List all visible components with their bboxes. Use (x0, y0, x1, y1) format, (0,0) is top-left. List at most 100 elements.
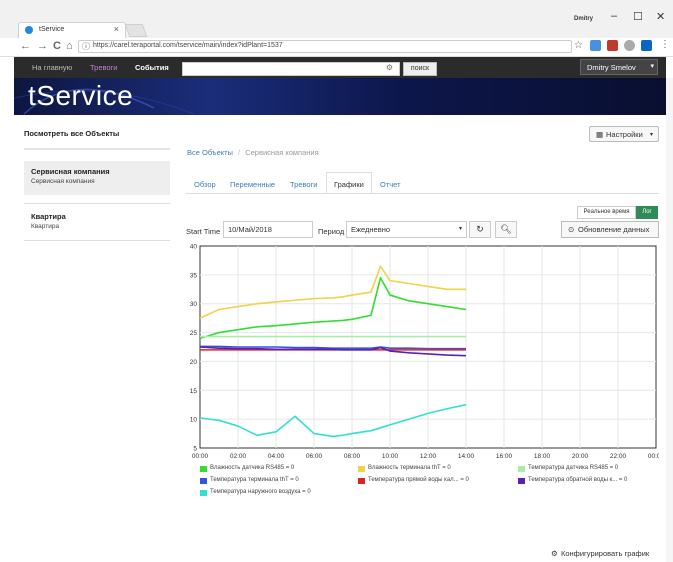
log-toggle[interactable]: Лог (636, 206, 658, 219)
gear-icon[interactable]: ⚙ (386, 63, 393, 72)
extension-linkedin-icon[interactable] (641, 40, 652, 51)
legend-swatch (518, 466, 525, 472)
legend-label: Влажность терминала thT = 0 (368, 465, 451, 471)
breadcrumb-separator: / (238, 148, 241, 157)
tservice-favicon-icon (25, 26, 33, 34)
y-tick-label: 40 (190, 244, 198, 251)
grid-icon: ▦ (596, 130, 604, 139)
maximize-icon[interactable]: ☐ (633, 10, 643, 23)
tservice-logo[interactable]: tService (28, 80, 133, 112)
period-label: Период (318, 227, 345, 236)
refresh-button[interactable]: ↻ (469, 221, 491, 238)
configure-chart-button[interactable]: ⚙ Конфигурировать график (541, 547, 661, 561)
extension-download-icon[interactable] (590, 40, 601, 51)
period-select[interactable]: Ежедневно ▾ (346, 221, 467, 238)
x-tick-label: 12:00 (420, 453, 437, 460)
info-icon: ⓘ (82, 42, 90, 51)
start-time-input[interactable]: 10/Май/2018 (223, 221, 313, 238)
bookmark-star-icon[interactable]: ☆ (574, 40, 583, 51)
legend-label: Температура наружного воздуха = 0 (210, 489, 311, 495)
legend-swatch (200, 466, 207, 472)
legend-label: Температура датчика RS485 = 0 (528, 465, 619, 471)
legend-swatch (358, 478, 365, 484)
browser-menu-icon[interactable]: ⋮ (660, 39, 670, 50)
y-tick-label: 15 (190, 388, 198, 395)
extension-gray-icon[interactable] (624, 40, 635, 51)
sidebar-item-subtitle: Сервисная компания (31, 178, 95, 185)
sidebar-all-objects-link[interactable]: Посмотреть все Объекты (24, 129, 119, 138)
caret-down-icon: ▾ (458, 226, 462, 232)
nav-events-link[interactable]: События (135, 63, 169, 72)
update-data-label: Обновление данных (578, 225, 650, 234)
y-tick-label: 25 (190, 330, 198, 337)
settings-label: Настройки (606, 130, 643, 139)
sidebar-item-title: Сервисная компания (31, 167, 110, 176)
configure-chart-label: Конфигурировать график (561, 549, 650, 558)
search-input[interactable]: ⚙ (182, 62, 400, 76)
x-tick-label: 18:00 (534, 453, 551, 460)
browser-profile-name[interactable]: Dmitry (574, 16, 593, 22)
legend-label: Температура терминала thT = 0 (210, 477, 299, 483)
sidebar-item-service-company[interactable]: Сервисная компания Сервисная компания (24, 161, 170, 195)
legend-swatch (358, 466, 365, 472)
caret-down-icon: ▾ (650, 63, 654, 70)
sidebar-divider (24, 240, 170, 241)
update-data-button[interactable]: ⊙ Обновление данных (561, 221, 659, 238)
y-tick-label: 5 (193, 446, 197, 453)
period-value: Ежедневно (351, 225, 391, 234)
url-field[interactable]: ⓘ https://carel.teraportal.com/tservice/… (78, 40, 572, 53)
tab-overview[interactable]: Обзор (194, 180, 216, 189)
zoom-button[interactable]: 🔍︎ (495, 221, 517, 238)
tabs-underline (186, 193, 659, 194)
x-tick-label: 10:00 (382, 453, 399, 460)
realtime-toggle[interactable]: Реальное время (577, 206, 636, 219)
breadcrumb: Все Объекты / Сервисная компания (187, 148, 319, 157)
sidebar-item-apartment[interactable]: Квартира Квартира (24, 207, 170, 237)
x-tick-label: 22:00 (610, 453, 627, 460)
breadcrumb-root-link[interactable]: Все Объекты (187, 148, 233, 157)
minimize-icon[interactable]: – (611, 10, 617, 22)
extension-pdf-icon[interactable] (607, 40, 618, 51)
legend-swatch (200, 490, 207, 496)
settings-button[interactable]: ▦ Настройки ▾ (589, 126, 659, 142)
zoom-icon: 🔍︎ (500, 224, 512, 234)
x-tick-label: 06:00 (306, 453, 323, 460)
y-tick-label: 10 (190, 417, 198, 424)
x-tick-label: 00:00 (192, 453, 209, 460)
user-name: Dmitry Smelov (587, 63, 636, 72)
nav-home-link[interactable]: На главную (32, 63, 72, 72)
tab-charts[interactable]: Графики (334, 180, 364, 189)
legend-swatch (518, 478, 525, 484)
x-tick-label: 14:00 (458, 453, 475, 460)
url-text: https://carel.teraportal.com/tservice/ma… (93, 42, 283, 49)
update-icon: ⊙ (568, 225, 575, 234)
back-icon[interactable]: ← (20, 40, 31, 52)
browser-tab[interactable]: tService × (18, 22, 126, 38)
x-tick-label: 00:00 (648, 453, 659, 460)
x-tick-label: 04:00 (268, 453, 285, 460)
sidebar-item-title: Квартира (31, 212, 66, 221)
user-menu-button[interactable]: Dmitry Smelov ▾ (580, 59, 658, 75)
nav-alarms-link[interactable]: Тревоги (90, 63, 118, 72)
sidebar-item-subtitle: Квартира (31, 223, 60, 230)
sidebar-divider (24, 148, 170, 150)
caret-down-icon: ▾ (649, 132, 653, 138)
close-window-icon[interactable]: ✕ (656, 10, 665, 23)
chart-legend: Влажность датчика RS485 = 0 Влажность тер… (200, 465, 660, 505)
search-button[interactable]: поиск (403, 62, 437, 76)
tab-close-icon[interactable]: × (114, 24, 119, 34)
forward-icon[interactable]: → (37, 40, 48, 52)
legend-label: Влажность датчика RS485 = 0 (210, 465, 295, 471)
x-tick-label: 08:00 (344, 453, 361, 460)
page-scrollbar[interactable] (666, 78, 673, 562)
tab-alarms[interactable]: Тревоги (290, 180, 318, 189)
sidebar-divider (24, 203, 170, 204)
x-tick-label: 02:00 (230, 453, 247, 460)
y-tick-label: 30 (190, 301, 198, 308)
tab-report[interactable]: Отчет (380, 180, 401, 189)
reload-icon[interactable]: C (53, 40, 61, 52)
home-icon[interactable]: ⌂ (66, 40, 73, 52)
chart-area[interactable]: 5 10 15 20 25 30 35 40 00:00 02:00 04:00 06:00 08:00… (186, 240, 659, 465)
legend-swatch (200, 478, 207, 484)
tab-variables[interactable]: Переменные (230, 180, 275, 189)
